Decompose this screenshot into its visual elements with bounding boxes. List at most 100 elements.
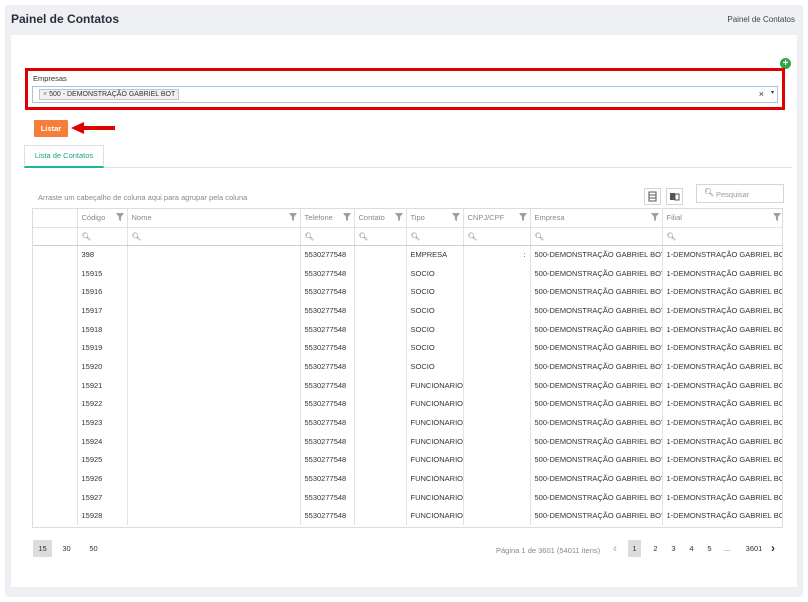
page-1[interactable]: 1	[628, 540, 641, 557]
tag-label: 500 - DEMONSTRAÇÃO GABRIEL BOT	[49, 91, 176, 98]
row-select-cell[interactable]	[33, 375, 78, 395]
breadcrumb[interactable]: Painel de Contatos	[727, 15, 795, 24]
page-3601[interactable]: 3601	[743, 540, 765, 557]
column-filter-input[interactable]: 🔍︎	[406, 227, 464, 246]
column-filter-input[interactable]: 🔍︎	[77, 227, 128, 246]
table-cell	[127, 375, 301, 395]
table-cell: 5530277548	[300, 245, 355, 264]
table-cell: 500-DEMONSTRAÇÃO GABRIEL BOT	[530, 394, 663, 414]
table-row[interactable]: 15927 5530277548 FUNCIONARIO 500-DEMONSTRAÇ…	[33, 487, 782, 507]
chevron-left-icon[interactable]: ‹	[610, 540, 620, 557]
table-row[interactable]: 15918 5530277548 SOCIO 500-DEMONSTRAÇÃO GAB…	[33, 319, 782, 339]
export-excel-button[interactable]	[644, 188, 661, 205]
filter-icon[interactable]	[518, 213, 527, 221]
row-select-cell[interactable]	[33, 394, 78, 414]
column-filter-input[interactable]: 🔍︎	[354, 227, 407, 246]
row-select-cell[interactable]	[33, 357, 78, 376]
table-row[interactable]: 15920 5530277548 SOCIO 500-DEMONSTRAÇÃO GAB…	[33, 357, 782, 376]
row-select-cell[interactable]	[33, 469, 78, 488]
page-size-30[interactable]: 30	[57, 540, 76, 557]
table-cell	[463, 375, 531, 395]
table-cell: SOCIO	[406, 338, 464, 358]
filter-icon[interactable]	[342, 213, 351, 221]
table-row[interactable]: 15928 5530277548 FUNCIONARIO 500-DEMONSTRAÇ…	[33, 506, 782, 526]
table-cell: 15923	[77, 413, 128, 432]
filter-icon[interactable]	[772, 213, 781, 221]
column-header[interactable]: CNPJ/CPF	[463, 209, 531, 228]
chevron-right-icon[interactable]: ›	[768, 540, 778, 557]
table-row[interactable]: 15926 5530277548 FUNCIONARIO 500-DEMONSTRAÇ…	[33, 469, 782, 488]
tag-remove-icon[interactable]: ×	[43, 91, 47, 98]
search-input[interactable]: 🔍︎ Pesquisar	[696, 184, 784, 203]
table-cell: 15925	[77, 450, 128, 470]
row-select-cell[interactable]	[33, 431, 78, 451]
column-filter-input[interactable]: 🔍︎	[300, 227, 355, 246]
column-header[interactable]: Nome	[127, 209, 301, 228]
table-row[interactable]: 15924 5530277548 FUNCIONARIO 500-DEMONSTRAÇ…	[33, 431, 782, 451]
table-cell: 500-DEMONSTRAÇÃO GABRIEL BOT	[530, 263, 663, 283]
column-filter-input[interactable]: 🔍︎	[463, 227, 531, 246]
columns-icon	[670, 193, 680, 201]
table-cell: 15915	[77, 263, 128, 283]
table-cell: 15919	[77, 338, 128, 358]
table-cell	[354, 245, 407, 264]
row-select-cell[interactable]	[33, 263, 78, 283]
search-icon: 🔍︎	[131, 231, 142, 241]
row-select-cell[interactable]	[33, 319, 78, 339]
table-cell: 5530277548	[300, 506, 355, 526]
table-row[interactable]: 15925 5530277548 FUNCIONARIO 500-DEMONSTRAÇ…	[33, 450, 782, 470]
row-select-cell[interactable]	[33, 487, 78, 507]
table-cell: 15922	[77, 394, 128, 414]
page-title: Painel de Contatos	[11, 12, 120, 26]
table-cell	[354, 357, 407, 376]
listar-button[interactable]: Listar	[34, 120, 68, 137]
row-select-cell[interactable]	[33, 450, 78, 470]
page-3[interactable]: 3	[667, 540, 680, 557]
row-select-cell[interactable]	[33, 413, 78, 432]
column-header[interactable]: Código	[77, 209, 128, 228]
empresas-label: Empresas	[33, 74, 67, 83]
page-size-15[interactable]: 15	[33, 540, 52, 557]
table-cell: :	[463, 245, 531, 264]
row-select-cell[interactable]	[33, 338, 78, 358]
page-2[interactable]: 2	[649, 540, 662, 557]
column-header-label: Filial	[666, 213, 682, 223]
table-cell: 1-DEMONSTRAÇÃO GABRIEL BOT	[662, 263, 782, 283]
filter-icon[interactable]	[650, 213, 659, 221]
table-row[interactable]: 15922 5530277548 FUNCIONARIO 500-DEMONSTRAÇ…	[33, 394, 782, 414]
column-header[interactable]: Tipo	[406, 209, 464, 228]
filter-icon[interactable]	[115, 213, 124, 221]
table-row[interactable]: 398 5530277548 EMPRESA:500-DEMONSTRAÇÃO GA…	[33, 245, 782, 264]
table-row[interactable]: 15915 5530277548 SOCIO 500-DEMONSTRAÇÃO GAB…	[33, 263, 782, 283]
table-cell: FUNCIONARIO	[406, 431, 464, 451]
page-size-50[interactable]: 50	[84, 540, 103, 557]
filter-icon[interactable]	[288, 213, 297, 221]
tab-lista-de-contatos[interactable]: Lista de Contatos	[24, 145, 104, 168]
chevron-down-icon[interactable]: ▾	[771, 89, 774, 96]
empresas-select[interactable]: × 500 - DEMONSTRAÇÃO GABRIEL BOT × ▾	[32, 86, 778, 103]
table-row[interactable]: 15917 5530277548 SOCIO 500-DEMONSTRAÇÃO GAB…	[33, 301, 782, 320]
table-row[interactable]: 15921 5530277548 FUNCIONARIO 500-DEMONSTRAÇ…	[33, 375, 782, 395]
column-header[interactable]: Filial	[662, 209, 782, 228]
column-filter-input[interactable]: 🔍︎	[127, 227, 301, 246]
table-cell: 5530277548	[300, 319, 355, 339]
table-cell: 500-DEMONSTRAÇÃO GABRIEL BOT	[530, 506, 663, 526]
column-chooser-button[interactable]	[666, 188, 683, 205]
row-select-cell[interactable]	[33, 245, 78, 264]
column-header[interactable]: Telefone	[300, 209, 355, 228]
column-header[interactable]: Contato	[354, 209, 407, 228]
clear-selection-icon[interactable]: ×	[759, 89, 764, 99]
row-select-cell[interactable]	[33, 282, 78, 302]
row-select-cell[interactable]	[33, 301, 78, 320]
page-4[interactable]: 4	[685, 540, 698, 557]
table-row[interactable]: 15919 5530277548 SOCIO 500-DEMONSTRAÇÃO GAB…	[33, 338, 782, 358]
column-filter-input[interactable]: 🔍︎	[530, 227, 663, 246]
column-header[interactable]: Empresa	[530, 209, 663, 228]
filter-icon[interactable]	[394, 213, 403, 221]
table-row[interactable]: 15923 5530277548 FUNCIONARIO 500-DEMONSTRAÇ…	[33, 413, 782, 432]
column-filter-input[interactable]: 🔍︎	[662, 227, 782, 246]
table-row[interactable]: 15916 5530277548 SOCIO 500-DEMONSTRAÇÃO GAB…	[33, 282, 782, 302]
filter-icon[interactable]	[451, 213, 460, 221]
page-5[interactable]: 5	[703, 540, 716, 557]
row-select-cell[interactable]	[33, 506, 78, 526]
